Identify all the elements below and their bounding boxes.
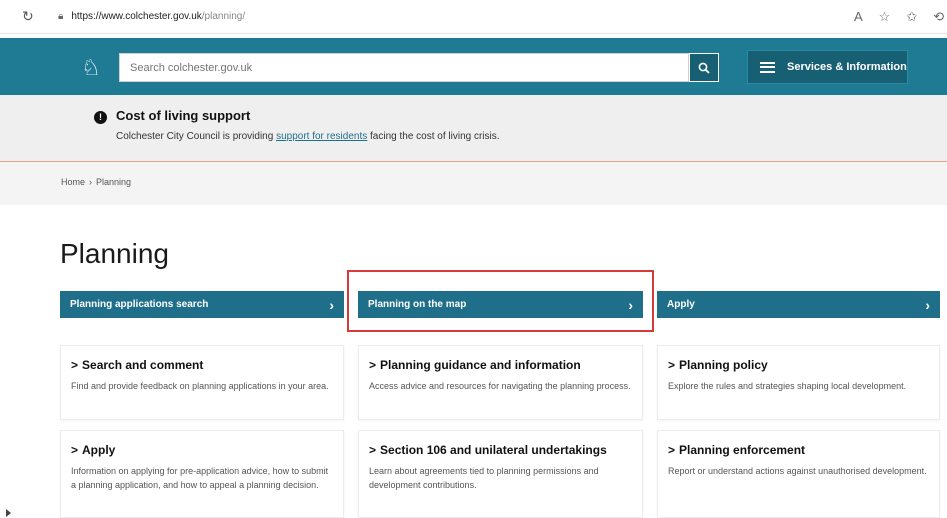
card-title: > Search and comment bbox=[71, 358, 333, 372]
card-description: Information on applying for pre-applicat… bbox=[71, 466, 329, 490]
chevron-right-icon: › bbox=[925, 296, 930, 313]
chevron-right-icon: > bbox=[71, 443, 79, 457]
services-label: Services & Information bbox=[787, 61, 907, 73]
read-aloud-icon[interactable]: A bbox=[854, 9, 863, 25]
card-title-text: Planning enforcement bbox=[679, 443, 806, 457]
chevron-right-icon: > bbox=[369, 358, 377, 372]
card-title-text: Planning policy bbox=[679, 358, 768, 372]
breadcrumb-strip: Home › Planning bbox=[0, 162, 947, 205]
chevron-right-icon: > bbox=[71, 358, 79, 372]
chevron-right-icon: > bbox=[369, 443, 377, 457]
card-title: > Planning enforcement bbox=[668, 443, 929, 457]
card-planning-policy[interactable]: > Planning policy Explore the rules and s… bbox=[657, 345, 940, 420]
alert-text-before: Colchester City Council is providing bbox=[116, 131, 277, 142]
card-description: Find and provide feedback on planning ap… bbox=[71, 381, 329, 391]
card-title: > Section 106 and unilateral undertakings bbox=[369, 443, 632, 457]
card-apply[interactable]: > Apply Information on applying for pre-a… bbox=[60, 430, 344, 518]
card-title-text: Apply bbox=[82, 443, 116, 457]
browser-actions: A ☆ ✩ ⟲ bbox=[854, 9, 944, 25]
cost-of-living-alert: ! Cost of living support Colchester City… bbox=[0, 95, 947, 162]
history-icon[interactable]: ⟲ bbox=[933, 9, 944, 25]
card-search-and-comment[interactable]: > Search and comment Find and provide fee… bbox=[60, 345, 344, 420]
search-button[interactable] bbox=[689, 53, 719, 82]
card-title: > Apply bbox=[71, 443, 333, 457]
card-title-text: Section 106 and unilateral undertakings bbox=[380, 443, 607, 457]
lock-icon: 🔒︎ bbox=[58, 11, 64, 22]
alert-text-after: facing the cost of living crisis. bbox=[367, 131, 500, 142]
card-planning-guidance[interactable]: > Planning guidance and information Acces… bbox=[358, 345, 643, 420]
card-description: Report or understand actions against una… bbox=[668, 466, 927, 476]
chevron-right-icon: › bbox=[329, 296, 334, 313]
site-header: ♘ Services & Information bbox=[0, 38, 947, 95]
breadcrumb-separator: › bbox=[89, 177, 93, 187]
breadcrumb: Home › Planning bbox=[61, 177, 131, 187]
card-title-text: Search and comment bbox=[82, 358, 204, 372]
breadcrumb-home-link[interactable]: Home bbox=[61, 177, 85, 187]
browser-toolbar: ↻ 🔒︎ https://www.colchester.gov.uk/plann… bbox=[0, 0, 947, 34]
card-description: Access advice and resources for navigati… bbox=[369, 381, 631, 391]
bar-label: Apply bbox=[667, 299, 695, 310]
reload-icon[interactable]: ↻ bbox=[22, 8, 38, 25]
search-input[interactable] bbox=[119, 53, 689, 82]
council-logo-icon[interactable]: ♘ bbox=[80, 54, 102, 82]
url-host: https://www.colchester.gov.uk bbox=[71, 11, 202, 22]
chevron-right-icon: > bbox=[668, 443, 676, 457]
card-description: Explore the rules and strategies shaping… bbox=[668, 381, 907, 391]
bar-label: Planning applications search bbox=[70, 299, 209, 310]
breadcrumb-current: Planning bbox=[96, 177, 132, 187]
alert-title: Cost of living support bbox=[116, 108, 251, 123]
alert-icon: ! bbox=[94, 111, 107, 124]
address-bar[interactable]: 🔒︎ https://www.colchester.gov.uk/plannin… bbox=[52, 5, 842, 28]
services-menu-button[interactable]: Services & Information bbox=[747, 50, 908, 84]
card-title-text: Planning guidance and information bbox=[380, 358, 581, 372]
page-title: Planning bbox=[60, 238, 169, 269]
apply-link[interactable]: Apply › bbox=[657, 291, 940, 318]
menu-icon bbox=[760, 61, 775, 73]
favorite-star-icon[interactable]: ☆ bbox=[879, 9, 891, 25]
mouse-cursor-icon bbox=[6, 509, 11, 517]
favorites-icon[interactable]: ✩ bbox=[906, 9, 917, 25]
chevron-right-icon: > bbox=[668, 358, 676, 372]
card-section-106[interactable]: > Section 106 and unilateral undertakings… bbox=[358, 430, 643, 518]
alert-text: Colchester City Council is providing sup… bbox=[116, 131, 500, 142]
highlight-annotation bbox=[347, 270, 654, 332]
planning-applications-search-link[interactable]: Planning applications search › bbox=[60, 291, 344, 318]
support-for-residents-link[interactable]: support for residents bbox=[276, 131, 367, 142]
card-title: > Planning policy bbox=[668, 358, 929, 372]
card-title: > Planning guidance and information bbox=[369, 358, 632, 372]
url-path: /planning/ bbox=[201, 11, 246, 22]
search-icon bbox=[698, 62, 710, 74]
card-planning-enforcement[interactable]: > Planning enforcement Report or understa… bbox=[657, 430, 940, 518]
card-description: Learn about agreements tied to planning … bbox=[369, 466, 599, 490]
